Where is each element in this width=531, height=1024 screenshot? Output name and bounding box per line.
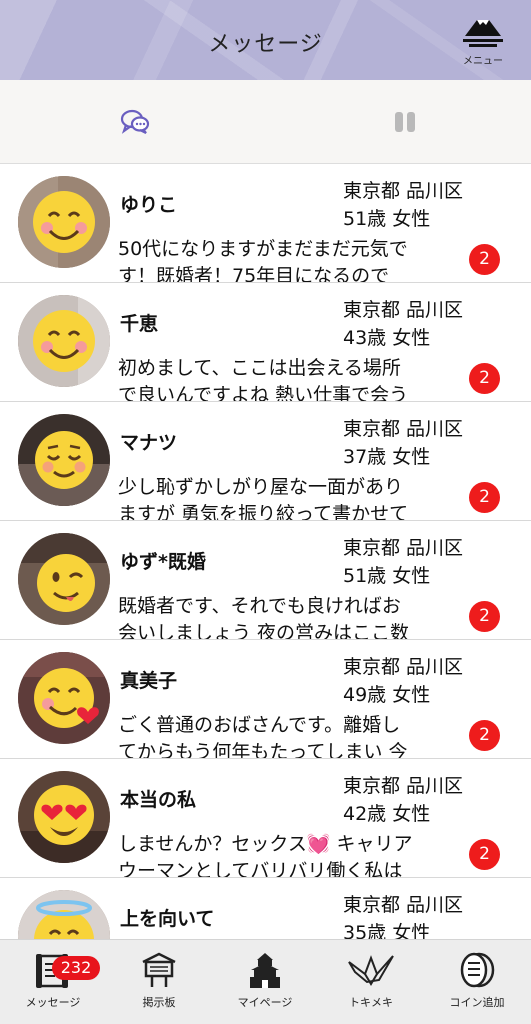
bottom-nav: メッセージ 232 掲示板 マイページ トキメキ コイン追加 (0, 939, 531, 1024)
message-row[interactable]: 本当の私 東京都 品川区 42歳 女性 しませんか？セックス💓 キャリアウーマン… (0, 759, 531, 878)
paper-crane-icon (348, 955, 394, 986)
message-row[interactable]: マナツ 東京都 品川区 37歳 女性 少し恥ずかしがり屋な一面がありますが 勇気… (0, 402, 531, 521)
page-title: メッセージ (208, 32, 323, 57)
relieved-emoji-icon (35, 431, 93, 489)
sender-name: 千恵 (120, 313, 159, 335)
message-preview: ごく普通のおばさんです。離婚してからもう何年もたってしまい 今の (118, 714, 408, 758)
message-preview: 既婚者です、それでも良ければお会いしましょう 夜の営みはここ数年 (118, 595, 410, 639)
message-row[interactable]: 真美子 東京都 品川区 49歳 女性 ごく普通のおばさんです。離婚してからもう何… (0, 640, 531, 759)
pause-icon (395, 112, 415, 132)
nav-tokimeki[interactable]: トキメキ (318, 940, 424, 1024)
tab-paused[interactable] (387, 104, 423, 140)
unread-badge: 2 (469, 482, 500, 513)
nav-label: マイページ (237, 996, 293, 1009)
coin-icon (460, 952, 495, 988)
menu-label: メニュー (463, 56, 503, 67)
sender-age-gender: 51歳 女性 (343, 208, 431, 230)
tab-bar (0, 80, 531, 164)
message-preview: しませんか？セックス💓 キャリアウーマンとしてバリバリ働く私は寂 (118, 833, 413, 877)
tab-messages[interactable] (118, 104, 154, 140)
message-row[interactable]: 上を向いて 東京都 品川区 35歳 女性 (0, 878, 531, 939)
smile-emoji-icon (33, 191, 95, 253)
sender-age-gender: 43歳 女性 (343, 327, 431, 349)
message-row[interactable]: 千恵 東京都 品川区 43歳 女性 初めまして、ここは出会える場所で良いんですよ… (0, 283, 531, 402)
sender-age-gender: 42歳 女性 (343, 803, 431, 825)
heart-eyes-emoji-icon (34, 785, 94, 845)
sender-age-gender: 49歳 女性 (343, 684, 431, 706)
avatar (18, 652, 110, 744)
nav-board[interactable]: 掲示板 (106, 940, 212, 1024)
unread-badge: 2 (469, 839, 500, 870)
message-list: ゆりこ 東京都 品川区 51歳 女性 50代になりますがまだまだ元気です！既婚者… (0, 164, 531, 939)
sender-name: 上を向いて (120, 908, 215, 930)
sender-name: 真美子 (120, 670, 178, 692)
sender-age-gender: 35歳 女性 (343, 922, 431, 939)
sender-location: 東京都 品川区 (343, 299, 464, 321)
sender-location: 東京都 品川区 (343, 775, 464, 797)
unread-badge: 2 (469, 601, 500, 632)
sender-name: 本当の私 (120, 789, 197, 811)
nav-label: トキメキ (349, 996, 393, 1009)
chat-bubbles-icon (120, 109, 150, 134)
sender-location: 東京都 品川区 (343, 656, 464, 678)
nav-label: メッセージ (25, 996, 81, 1009)
sender-age-gender: 51歳 女性 (343, 565, 431, 587)
header-bar: メッセージ メニュー (0, 0, 531, 80)
avatar (18, 414, 110, 506)
mount-fuji-icon (463, 20, 503, 47)
menu-button[interactable]: メニュー (453, 12, 513, 72)
avatar (18, 533, 110, 625)
nav-label: コイン追加 (449, 996, 505, 1009)
nav-label: 掲示板 (142, 996, 176, 1009)
castle-icon (250, 953, 280, 988)
sender-name: ゆず*既婚 (120, 551, 206, 573)
nav-mypage[interactable]: マイページ (212, 940, 318, 1024)
unread-badge: 2 (469, 244, 500, 275)
sender-name: マナツ (120, 432, 178, 454)
sender-age-gender: 37歳 女性 (343, 446, 431, 468)
unread-badge: 2 (469, 720, 500, 751)
nav-messages[interactable]: メッセージ 232 (0, 940, 106, 1024)
sender-location: 東京都 品川区 (343, 537, 464, 559)
message-preview: 初めまして、ここは出会える場所で良いんですよね 熱い仕事で会うの (118, 357, 409, 401)
unread-badge: 2 (469, 363, 500, 394)
avatar (18, 176, 110, 268)
message-row[interactable]: ゆず*既婚 東京都 品川区 51歳 女性 既婚者です、それでも良ければお会いしま… (0, 521, 531, 640)
board-sign-icon (142, 952, 176, 987)
wink-emoji-icon (37, 554, 95, 612)
message-preview: 50代になりますがまだまだ元気です！既婚者！75年目になるので (118, 238, 408, 282)
sender-location: 東京都 品川区 (343, 180, 464, 202)
message-preview: 少し恥ずかしがり屋な一面がありますが 勇気を振り絞って書かせてま (118, 476, 409, 520)
sender-name: ゆりこ (120, 194, 178, 216)
nav-add-coins[interactable]: コイン追加 (424, 940, 530, 1024)
avatar (18, 771, 110, 863)
message-row[interactable]: ゆりこ 東京都 品川区 51歳 女性 50代になりますがまだまだ元気です！既婚者… (0, 164, 531, 283)
smile-emoji-icon (33, 310, 95, 372)
message-count-badge: 232 (52, 956, 100, 980)
sender-location: 東京都 品川区 (343, 894, 464, 916)
avatar (18, 890, 110, 939)
avatar (18, 295, 110, 387)
sender-location: 東京都 品川区 (343, 418, 464, 440)
